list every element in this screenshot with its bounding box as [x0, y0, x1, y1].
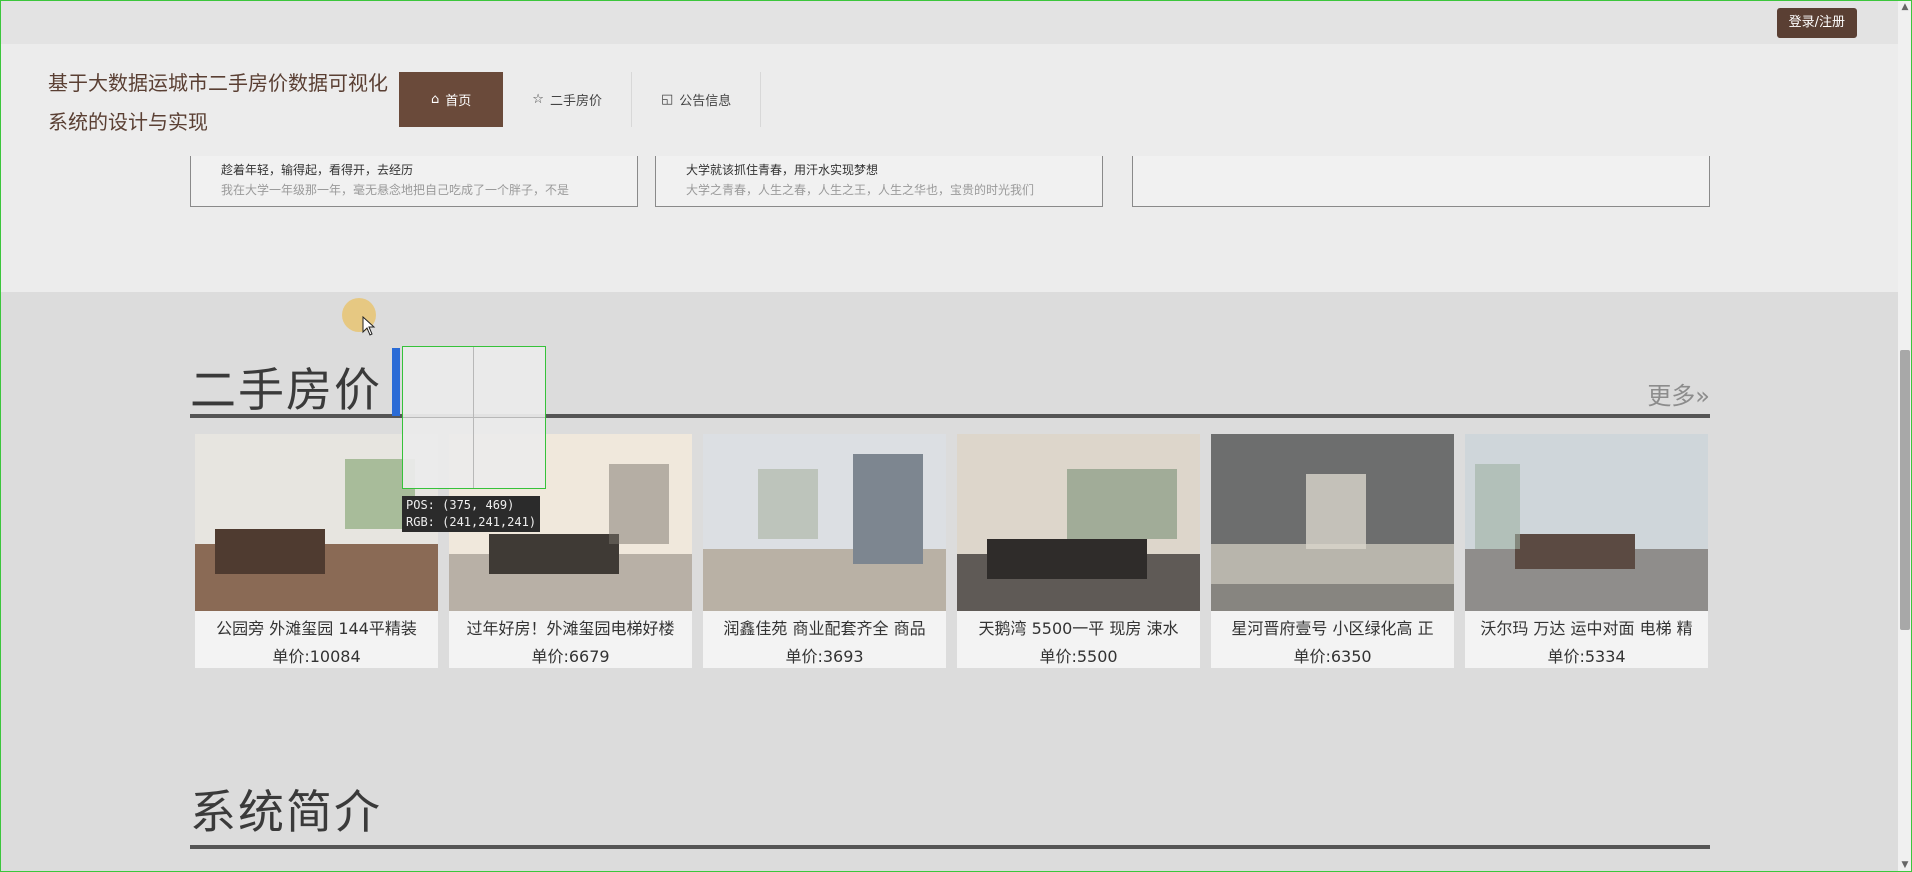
bag-icon: ◱ [660, 92, 674, 107]
ruler-pos-text: POS: (375, 469) [406, 498, 515, 512]
ruler-crosshair-horizontal [403, 417, 545, 418]
more-link[interactable]: 更多» [1647, 376, 1710, 411]
text-selection-highlight [392, 348, 400, 416]
notice-title: 大学就该抓住青春，用汗水实现梦想 [686, 163, 879, 177]
login-register-button[interactable]: 登录/注册 [1776, 8, 1857, 38]
listing-card[interactable]: 星河晋府壹号 小区绿化高 正 单价:6350 [1211, 434, 1454, 668]
listing-photo [1465, 434, 1708, 611]
ruler-rgb-text: RGB: (241,241,241) [406, 515, 537, 529]
listing-title: 天鹅湾 5500一平 现房 涑水 [978, 619, 1179, 638]
main-nav: ⌂ 首页 ☆ 二手房价 ◱ 公告信息 [399, 72, 762, 127]
notice-card[interactable] [1132, 156, 1710, 207]
photo-furniture [489, 534, 619, 574]
listing-card[interactable]: 沃尔玛 万达 运中对面 电梯 精 单价:5334 [1465, 434, 1708, 668]
photo-window [1306, 474, 1366, 549]
listing-title: 润鑫佳苑 商业配套齐全 商品 [723, 619, 926, 638]
nav-item-label: 公告信息 [679, 94, 732, 109]
notice-card[interactable]: 趁着年轻，输得起，看得开，去经历 我在大学一年级那一年，毫无悬念地把自己吃成了一… [190, 156, 638, 207]
scrollbar-thumb[interactable] [1900, 350, 1910, 630]
nav-item-label: 首页 [445, 94, 472, 109]
notice-desc: 我在大学一年级那一年，毫无悬念地把自己吃成了一个胖子，不是 [221, 183, 570, 197]
listing-price: 单价:5500 [1039, 647, 1118, 666]
nav-item-housing[interactable]: ☆ 二手房价 [503, 72, 632, 127]
photo-furniture [987, 539, 1147, 579]
page-scrollbar[interactable]: ▲ ▼ [1898, 0, 1912, 872]
listing-price: 单价:6350 [1293, 647, 1372, 666]
photo-window [1475, 464, 1520, 549]
site-title: 基于大数据运城市二手房价数据可视化系统的设计与实现 [48, 71, 388, 134]
listing-card[interactable]: 天鹅湾 5500一平 现房 涑水 单价:5500 [957, 434, 1200, 668]
notice-card[interactable]: 大学就该抓住青春，用汗水实现梦想 大学之青春，人生之春，人生之王，人生之华也，宝… [655, 156, 1103, 207]
listing-card[interactable]: 润鑫佳苑 商业配套齐全 商品 单价:3693 [703, 434, 946, 668]
photo-shadow [1211, 584, 1454, 611]
scroll-up-icon[interactable]: ▲ [1900, 2, 1910, 12]
notice-desc: 大学之青春，人生之春，人生之王，人生之华也，宝贵的时光我们 [686, 183, 1035, 197]
cursor-arrow-icon [362, 316, 376, 336]
listing-price: 单价:6679 [531, 647, 610, 666]
listing-photo [1211, 434, 1454, 611]
section-title-intro: 系统简介 [190, 785, 382, 839]
notice-title: 趁着年轻，输得起，看得开，去经历 [221, 163, 414, 177]
photo-furniture [1515, 534, 1635, 569]
top-bar: 登录/注册 [0, 0, 1898, 44]
listing-title: 公园旁 外滩玺园 144平精装 [216, 619, 417, 638]
photo-window [1067, 469, 1177, 539]
listing-title: 沃尔玛 万达 运中对面 电梯 精 [1480, 619, 1693, 638]
listing-price: 单价:3693 [785, 647, 864, 666]
ruler-readout: POS: (375, 469) RGB: (241,241,241) [402, 496, 541, 532]
nav-item-notices[interactable]: ◱ 公告信息 [632, 72, 762, 127]
home-icon: ⌂ [431, 92, 440, 107]
photo-panel [853, 454, 923, 564]
section-title-housing: 二手房价 [190, 363, 382, 417]
listing-title: 过年好房！外滩玺园电梯好楼 [466, 619, 675, 638]
listing-price: 单价:10084 [272, 647, 361, 666]
nav-item-label: 二手房价 [549, 94, 602, 109]
listing-photo [957, 434, 1200, 611]
photo-window [758, 469, 818, 539]
photo-window [609, 464, 669, 544]
listing-photo [703, 434, 946, 611]
photo-furniture [215, 529, 325, 574]
listing-title: 星河晋府壹号 小区绿化高 正 [1231, 619, 1434, 638]
scroll-down-icon[interactable]: ▼ [1900, 860, 1910, 870]
nav-item-home[interactable]: ⌂ 首页 [399, 72, 504, 127]
star-icon: ☆ [532, 92, 544, 107]
page: 登录/注册 基于大数据运城市二手房价数据可视化系统的设计与实现 ⌂ 首页 ☆ 二… [0, 0, 1912, 872]
screen-ruler-overlay [402, 346, 546, 489]
listing-price: 单价:5334 [1547, 647, 1626, 666]
section-divider [190, 845, 1710, 849]
